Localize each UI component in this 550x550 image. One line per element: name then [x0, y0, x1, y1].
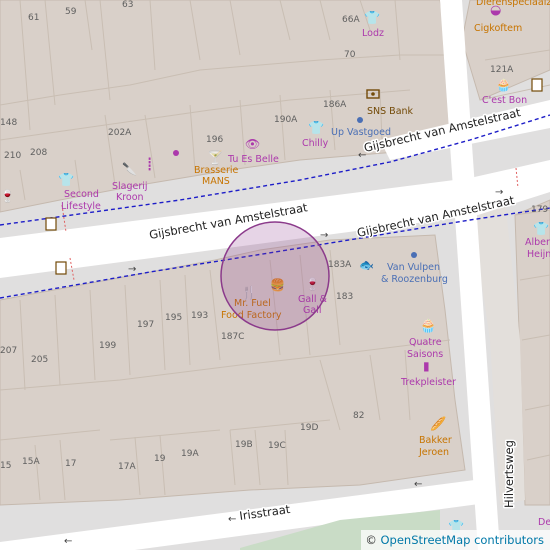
butcher-icon[interactable]: 🔪	[122, 162, 137, 176]
hairdresser-icon[interactable]: ┋	[146, 157, 153, 171]
poi-label-slagerij-1[interactable]: Slagerij	[112, 181, 148, 192]
bar-icon[interactable]: 🍸	[207, 149, 223, 166]
house-number: 17	[65, 459, 76, 469]
poi-label-quatre-2[interactable]: Saisons	[407, 349, 443, 360]
clothes-icon[interactable]: 👕	[364, 11, 380, 26]
house-number: 15	[0, 461, 11, 471]
poi-label-albert-2[interactable]: Heijn	[527, 249, 550, 260]
house-number: 82	[353, 411, 364, 421]
map-canvas[interactable]: → → ← → ← ← ← 61 59 63 66A 70 121A 148 2…	[0, 0, 550, 550]
clothes-icon[interactable]: 👕	[308, 121, 324, 136]
house-number: 205	[31, 355, 48, 365]
poi-label-tu-es-belle[interactable]: Tu Es Belle	[227, 154, 279, 165]
bus-stop-icon[interactable]	[531, 78, 543, 92]
house-number: 186A	[323, 100, 347, 110]
one-way-arrow-icon: →	[320, 230, 328, 241]
office-dot[interactable]	[357, 117, 363, 123]
confectionery-icon[interactable]: 🧁	[496, 78, 511, 92]
house-number: 199	[99, 341, 116, 351]
poi-label-bakker-2[interactable]: Jeroen	[418, 447, 449, 458]
poi-label-cigkoftem[interactable]: Cigkoftem	[474, 23, 522, 34]
house-number: 190A	[274, 115, 298, 125]
one-way-arrow-icon: →	[128, 264, 136, 275]
one-way-arrow-icon: ←	[64, 536, 72, 547]
street-label-hilvertsweg: Hilvertsweg	[502, 440, 516, 508]
house-number: 19A	[181, 449, 199, 459]
house-number: 202A	[108, 128, 132, 138]
poi-label-up-vastgoed[interactable]: Up Vastgoed	[331, 127, 391, 138]
poi-label-lodz[interactable]: Lodz	[362, 28, 384, 39]
poi-label-vanvulpen-1[interactable]: Van Vulpen	[387, 262, 440, 273]
house-number: 70	[344, 50, 356, 60]
house-number: 19C	[268, 441, 286, 451]
house-number: 183A	[328, 260, 352, 270]
house-number: 19D	[300, 423, 318, 433]
house-number: 15A	[22, 457, 40, 467]
bus-stop-icon[interactable]	[45, 217, 57, 231]
poi-label-sns-bank[interactable]: SNS Bank	[367, 106, 414, 117]
copyright-symbol: ©	[365, 533, 377, 547]
poi-label-second-1[interactable]: Second	[64, 189, 99, 200]
poi-label-bakker-1[interactable]: Bakker	[419, 435, 452, 446]
house-number: 196	[206, 135, 223, 145]
bus-stop-icon[interactable]	[55, 261, 67, 275]
clothes-icon[interactable]: 👕	[58, 173, 74, 188]
map-attribution: © OpenStreetMap contributors	[361, 530, 550, 550]
poi-label-de[interactable]: De	[538, 517, 550, 528]
house-number: 19B	[235, 440, 253, 450]
poi-label-brasserie-2[interactable]: MANS	[202, 176, 230, 187]
house-number: 210	[4, 151, 21, 161]
house-number: 208	[30, 148, 47, 158]
cosmetics-icon[interactable]: 👁	[245, 137, 260, 151]
house-number: 195	[165, 313, 182, 323]
poi-label-vanvulpen-2[interactable]: & Roozenburg	[381, 274, 448, 285]
house-number: 66A	[342, 15, 360, 25]
house-number: 207	[0, 346, 17, 356]
poi-label-brasserie-1[interactable]: Brasserie	[194, 165, 239, 176]
house-number: 19	[154, 454, 166, 464]
poi-label-second-2[interactable]: Lifestyle	[61, 201, 101, 212]
poi-label-quatre-1[interactable]: Quatre	[409, 337, 442, 348]
poi-label-albert-1[interactable]: Albert	[525, 237, 550, 248]
house-number: 61	[28, 13, 39, 23]
house-number: 59	[65, 7, 77, 17]
fish-icon[interactable]: 🐟	[359, 258, 374, 272]
location-highlight-circle	[220, 221, 330, 331]
wine-icon[interactable]: 🍷	[0, 189, 15, 203]
house-number: 193	[191, 311, 208, 321]
house-number: 183	[336, 292, 353, 302]
openstreetmap-link[interactable]: OpenStreetMap contributors	[380, 533, 544, 547]
shop-dot[interactable]	[173, 150, 179, 156]
one-way-arrow-icon: ←	[228, 514, 236, 525]
bakery-icon[interactable]: 🥖	[430, 416, 446, 432]
house-number: 121A	[490, 65, 514, 75]
poi-label-trekpleister[interactable]: Trekpleister	[400, 377, 456, 388]
poi-label-cest-bon[interactable]: C'est Bon	[482, 95, 527, 106]
poi-label-chilly[interactable]: Chilly	[302, 138, 329, 149]
house-number: 197	[137, 320, 154, 330]
map-svg: → → ← → ← ← ← 61 59 63 66A 70 121A 148 2…	[0, 0, 550, 550]
house-number: 17A	[118, 462, 136, 472]
one-way-arrow-icon: ←	[414, 479, 422, 490]
poi-label-dierenspeciaalzaak[interactable]: Dierenspeciaalzaak	[476, 0, 550, 8]
clothes-icon[interactable]: 👕	[533, 222, 549, 237]
house-number: 179	[531, 205, 548, 215]
poi-label-slagerij-2[interactable]: Kroon	[116, 192, 144, 203]
house-number: 148	[0, 118, 17, 128]
wine-icon[interactable]: ▮	[423, 359, 430, 373]
office-dot[interactable]	[411, 252, 417, 258]
house-number: 63	[122, 0, 133, 10]
confectionery-icon[interactable]: 🧁	[420, 318, 436, 334]
house-number: 187C	[221, 332, 244, 342]
